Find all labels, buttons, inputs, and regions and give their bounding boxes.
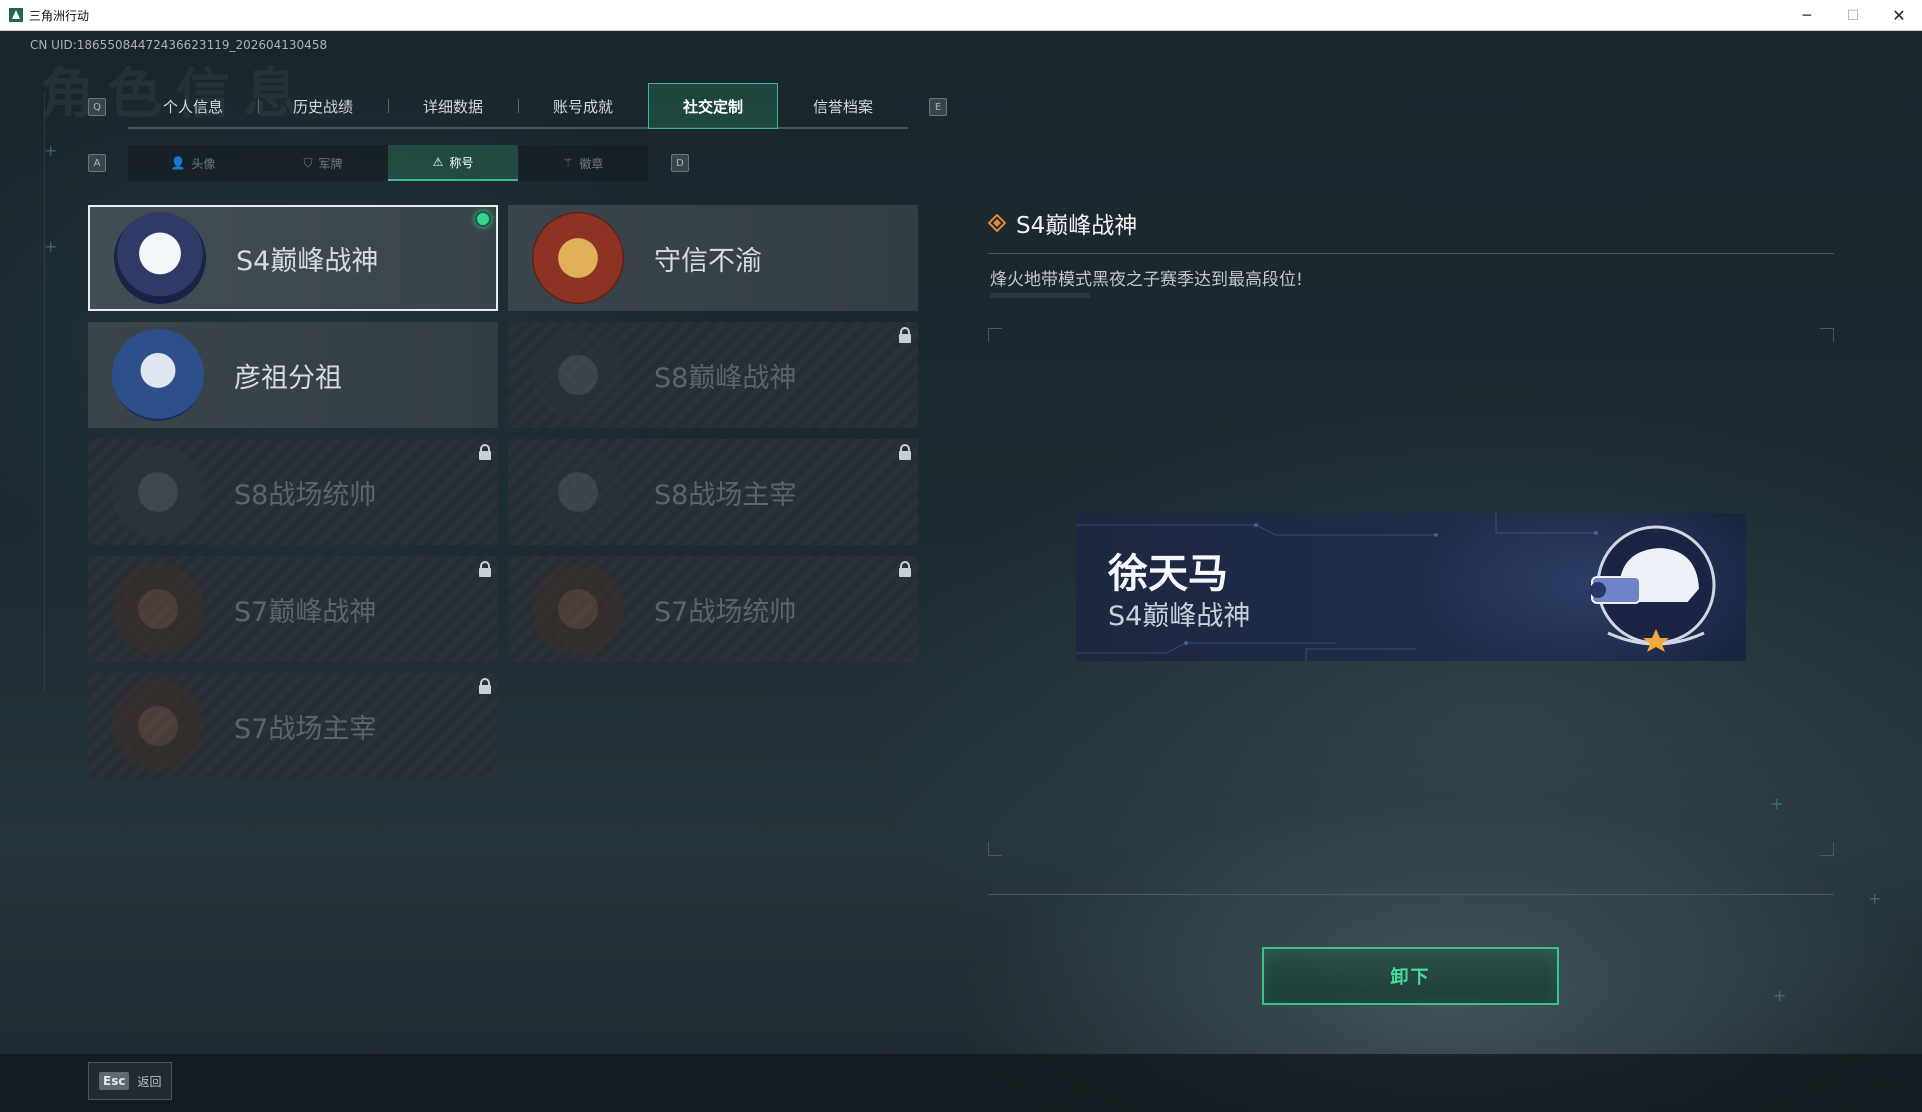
- detail-title: S4巅峰战神: [1016, 213, 1138, 239]
- lock-icon: [899, 444, 911, 460]
- subtab-label: 头像: [191, 156, 216, 171]
- title-card[interactable]: S7战场主宰: [88, 673, 498, 779]
- title-card-label: S8战场统帅: [234, 479, 377, 511]
- subtab-label: 军牌: [318, 156, 343, 171]
- title-card[interactable]: S8战场统帅: [88, 439, 498, 545]
- game-viewport: 角色信息 CN UID:18655084472436623119_2026041…: [0, 31, 1922, 1112]
- minimize-button[interactable]: ─: [1784, 0, 1830, 31]
- window-titlebar: 三角洲行动 ─ ☐ ✕: [0, 0, 1922, 31]
- vehicle-emblem-icon: [532, 563, 624, 655]
- lock-icon: [479, 678, 491, 694]
- deco-plus-icon: +: [1868, 889, 1882, 908]
- tab-personal-info[interactable]: 个人信息: [128, 83, 258, 129]
- tab-label: 个人信息: [162, 97, 223, 116]
- frame-corner: [988, 328, 1002, 342]
- deco-plus-icon: +: [44, 141, 58, 160]
- building-emblem-icon: [532, 446, 624, 538]
- title-card-label: S7战场主宰: [234, 713, 377, 745]
- helmet-emblem-icon: [114, 212, 206, 304]
- title-card-label: S7巅峰战神: [234, 596, 377, 628]
- subtab-label: 称号: [449, 155, 474, 170]
- title-banner-preview: 徐天马 S4巅峰战神: [1076, 513, 1746, 661]
- tab-label: 信誉档案: [812, 97, 873, 116]
- tab-reputation[interactable]: 信誉档案: [778, 83, 908, 129]
- maximize-button[interactable]: ☐: [1830, 0, 1876, 31]
- tab-label: 社交定制: [682, 97, 743, 116]
- banner-player-name: 徐天马: [1108, 551, 1228, 597]
- title-card[interactable]: 彦祖分祖: [88, 322, 498, 428]
- uid-label: CN UID:18655084472436623119_202604130458: [30, 38, 328, 52]
- subtab-badge[interactable]: ⚚ 徽章: [518, 145, 648, 181]
- esc-key-icon: Esc: [99, 1072, 130, 1090]
- sub-tab-bar: 👤 头像 ⛉ 军牌 ⚠ 称号 ⚚ 徽章: [128, 145, 648, 181]
- title-card[interactable]: 守信不渝: [508, 205, 918, 311]
- main-tab-bar: 个人信息 历史战绩 详细数据 账号成就 社交定制 信誉档案: [128, 83, 908, 129]
- tab-label: 历史战绩: [292, 97, 353, 116]
- frame-corner: [1820, 328, 1834, 342]
- subtab-title[interactable]: ⚠ 称号: [388, 145, 518, 181]
- key-hint-e: E: [929, 98, 947, 116]
- title-card-label: S8战场主宰: [654, 479, 797, 511]
- divider: [988, 894, 1834, 895]
- footer-bar: [0, 1054, 1922, 1112]
- subtab-dogtag[interactable]: ⛉ 军牌: [258, 145, 388, 181]
- back-button[interactable]: Esc 返回: [88, 1062, 172, 1100]
- lock-icon: [479, 444, 491, 460]
- title-card-label: S7战场统帅: [654, 596, 797, 628]
- frame-corner: [1820, 842, 1834, 856]
- title-card-label: S8巅峰战神: [654, 362, 797, 394]
- helmet-emblem-icon: [1590, 525, 1716, 652]
- deco-plus-icon: +: [1770, 794, 1784, 813]
- tab-label: 账号成就: [552, 97, 613, 116]
- lock-icon: [899, 327, 911, 343]
- soldier-emblem-icon: [112, 680, 204, 772]
- equipped-indicator-icon: [475, 211, 491, 227]
- tab-label: 详细数据: [422, 97, 483, 116]
- subtab-label: 徽章: [579, 156, 604, 171]
- frame-corner: [988, 842, 1002, 856]
- deco-plus-icon: +: [1773, 986, 1787, 1005]
- divider: [988, 253, 1834, 254]
- title-card[interactable]: S8战场主宰: [508, 439, 918, 545]
- unequip-button[interactable]: 卸下: [1262, 947, 1559, 1005]
- title-card-label: 彦祖分祖: [234, 362, 342, 394]
- title-card-grid: S4巅峰战神 守信不渝 彦祖分祖 S8巅峰战神 S8战场统帅 S8战场主宰 S7…: [88, 205, 918, 805]
- key-hint-a: A: [88, 154, 106, 172]
- tab-match-history[interactable]: 历史战绩: [258, 83, 388, 129]
- banner-title: S4巅峰战神: [1108, 601, 1251, 632]
- deco-plus-icon: +: [44, 237, 58, 256]
- person-icon: 👤: [170, 156, 186, 170]
- diamond-icon: [988, 214, 1006, 232]
- title-card-label: S4巅峰战神: [236, 245, 379, 277]
- badge-icon: ⚚: [562, 156, 574, 170]
- title-card[interactable]: S7战场统帅: [508, 556, 918, 662]
- detail-description: 烽火地带模式黑夜之子赛季达到最高段位!: [990, 270, 1303, 290]
- title-card[interactable]: S8巅峰战神: [508, 322, 918, 428]
- lock-icon: [899, 561, 911, 577]
- tab-social-custom[interactable]: 社交定制: [648, 83, 778, 129]
- detail-header: S4巅峰战神: [988, 206, 1137, 240]
- close-button[interactable]: ✕: [1876, 0, 1922, 31]
- back-label: 返回: [137, 1074, 162, 1089]
- tab-achievements[interactable]: 账号成就: [518, 83, 648, 129]
- scale-emblem-icon: [532, 212, 624, 304]
- key-hint-q: Q: [88, 98, 106, 116]
- key-hint-d: D: [671, 154, 689, 172]
- tab-detailed-data[interactable]: 详细数据: [388, 83, 518, 129]
- title-card[interactable]: S4巅峰战神: [88, 205, 498, 311]
- dogtag-icon: ⛉: [303, 155, 313, 170]
- title-card[interactable]: S7巅峰战神: [88, 556, 498, 662]
- decor-bar: [990, 293, 1090, 298]
- app-logo-icon: [9, 8, 23, 22]
- rifle-emblem-icon: [112, 563, 204, 655]
- deco-line: [44, 91, 45, 691]
- title-icon: ⚠: [432, 155, 444, 169]
- title-card-label: 守信不渝: [654, 245, 762, 277]
- tank-emblem-icon: [112, 446, 204, 538]
- face-emblem-icon: [112, 329, 204, 421]
- subtab-avatar[interactable]: 👤 头像: [128, 145, 258, 181]
- window-title: 三角洲行动: [29, 8, 90, 23]
- lock-icon: [479, 561, 491, 577]
- s8-emblem-icon: [532, 329, 624, 421]
